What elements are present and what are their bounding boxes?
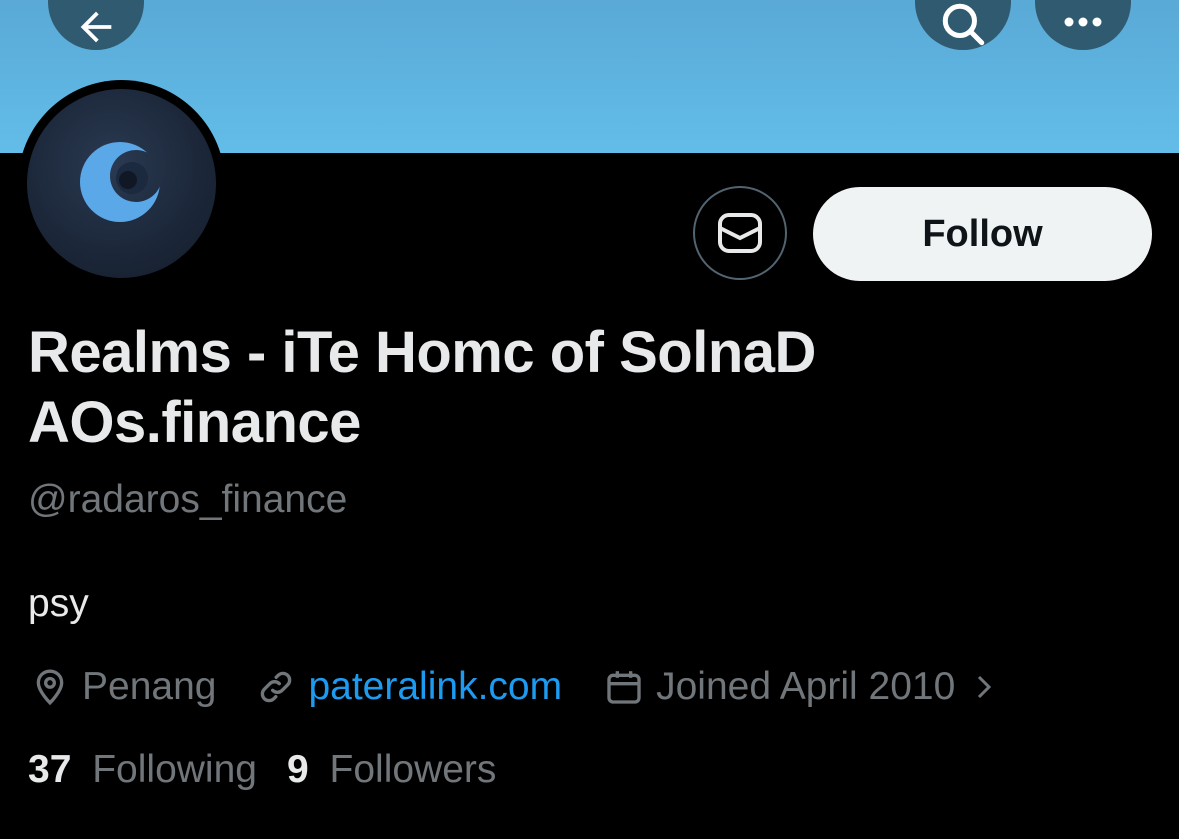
location-text: Penang [82,665,217,708]
avatar-frame[interactable] [18,80,225,287]
joined-date[interactable]: Joined April 2010 [604,665,999,709]
more-icon [1064,17,1102,27]
avatar[interactable] [27,89,216,278]
follow-button[interactable]: Follow [813,187,1152,281]
message-button[interactable] [693,186,787,280]
display-name: Realms - iTe Homc of SolnaD AOs.finance [28,318,1148,458]
location: Penang [30,665,216,709]
followers-count: 9 [286,748,309,791]
user-handle: @radaros_finance [28,478,348,521]
joined-text: Joined April 2010 [656,665,956,708]
chevron-right-icon [978,675,992,699]
followers-label: Followers [329,748,497,791]
following-count: 37 [28,748,72,791]
followers-link[interactable]: 9 Followers [287,748,496,792]
follow-stats: 37 Following 9 Followers [28,748,496,792]
location-pin-icon [36,669,64,706]
profile-meta: Penang pateralink.com Joined April 2010 [30,662,999,712]
display-name-line-1: Realms - iTe Homc of SolnaD [28,320,816,385]
calendar-icon [607,671,641,704]
display-name-line-2: AOs.finance [28,390,361,455]
website[interactable]: pateralink.com [256,665,562,709]
arrow-left-icon [80,11,112,43]
following-link[interactable]: 37 Following [28,748,257,792]
bio: psy [28,582,89,625]
link-icon [261,671,292,703]
following-label: Following [92,748,257,791]
website-link[interactable]: pateralink.com [308,665,562,709]
message-icon [718,213,762,253]
crescent-logo-icon [79,141,160,222]
search-icon [942,3,985,46]
